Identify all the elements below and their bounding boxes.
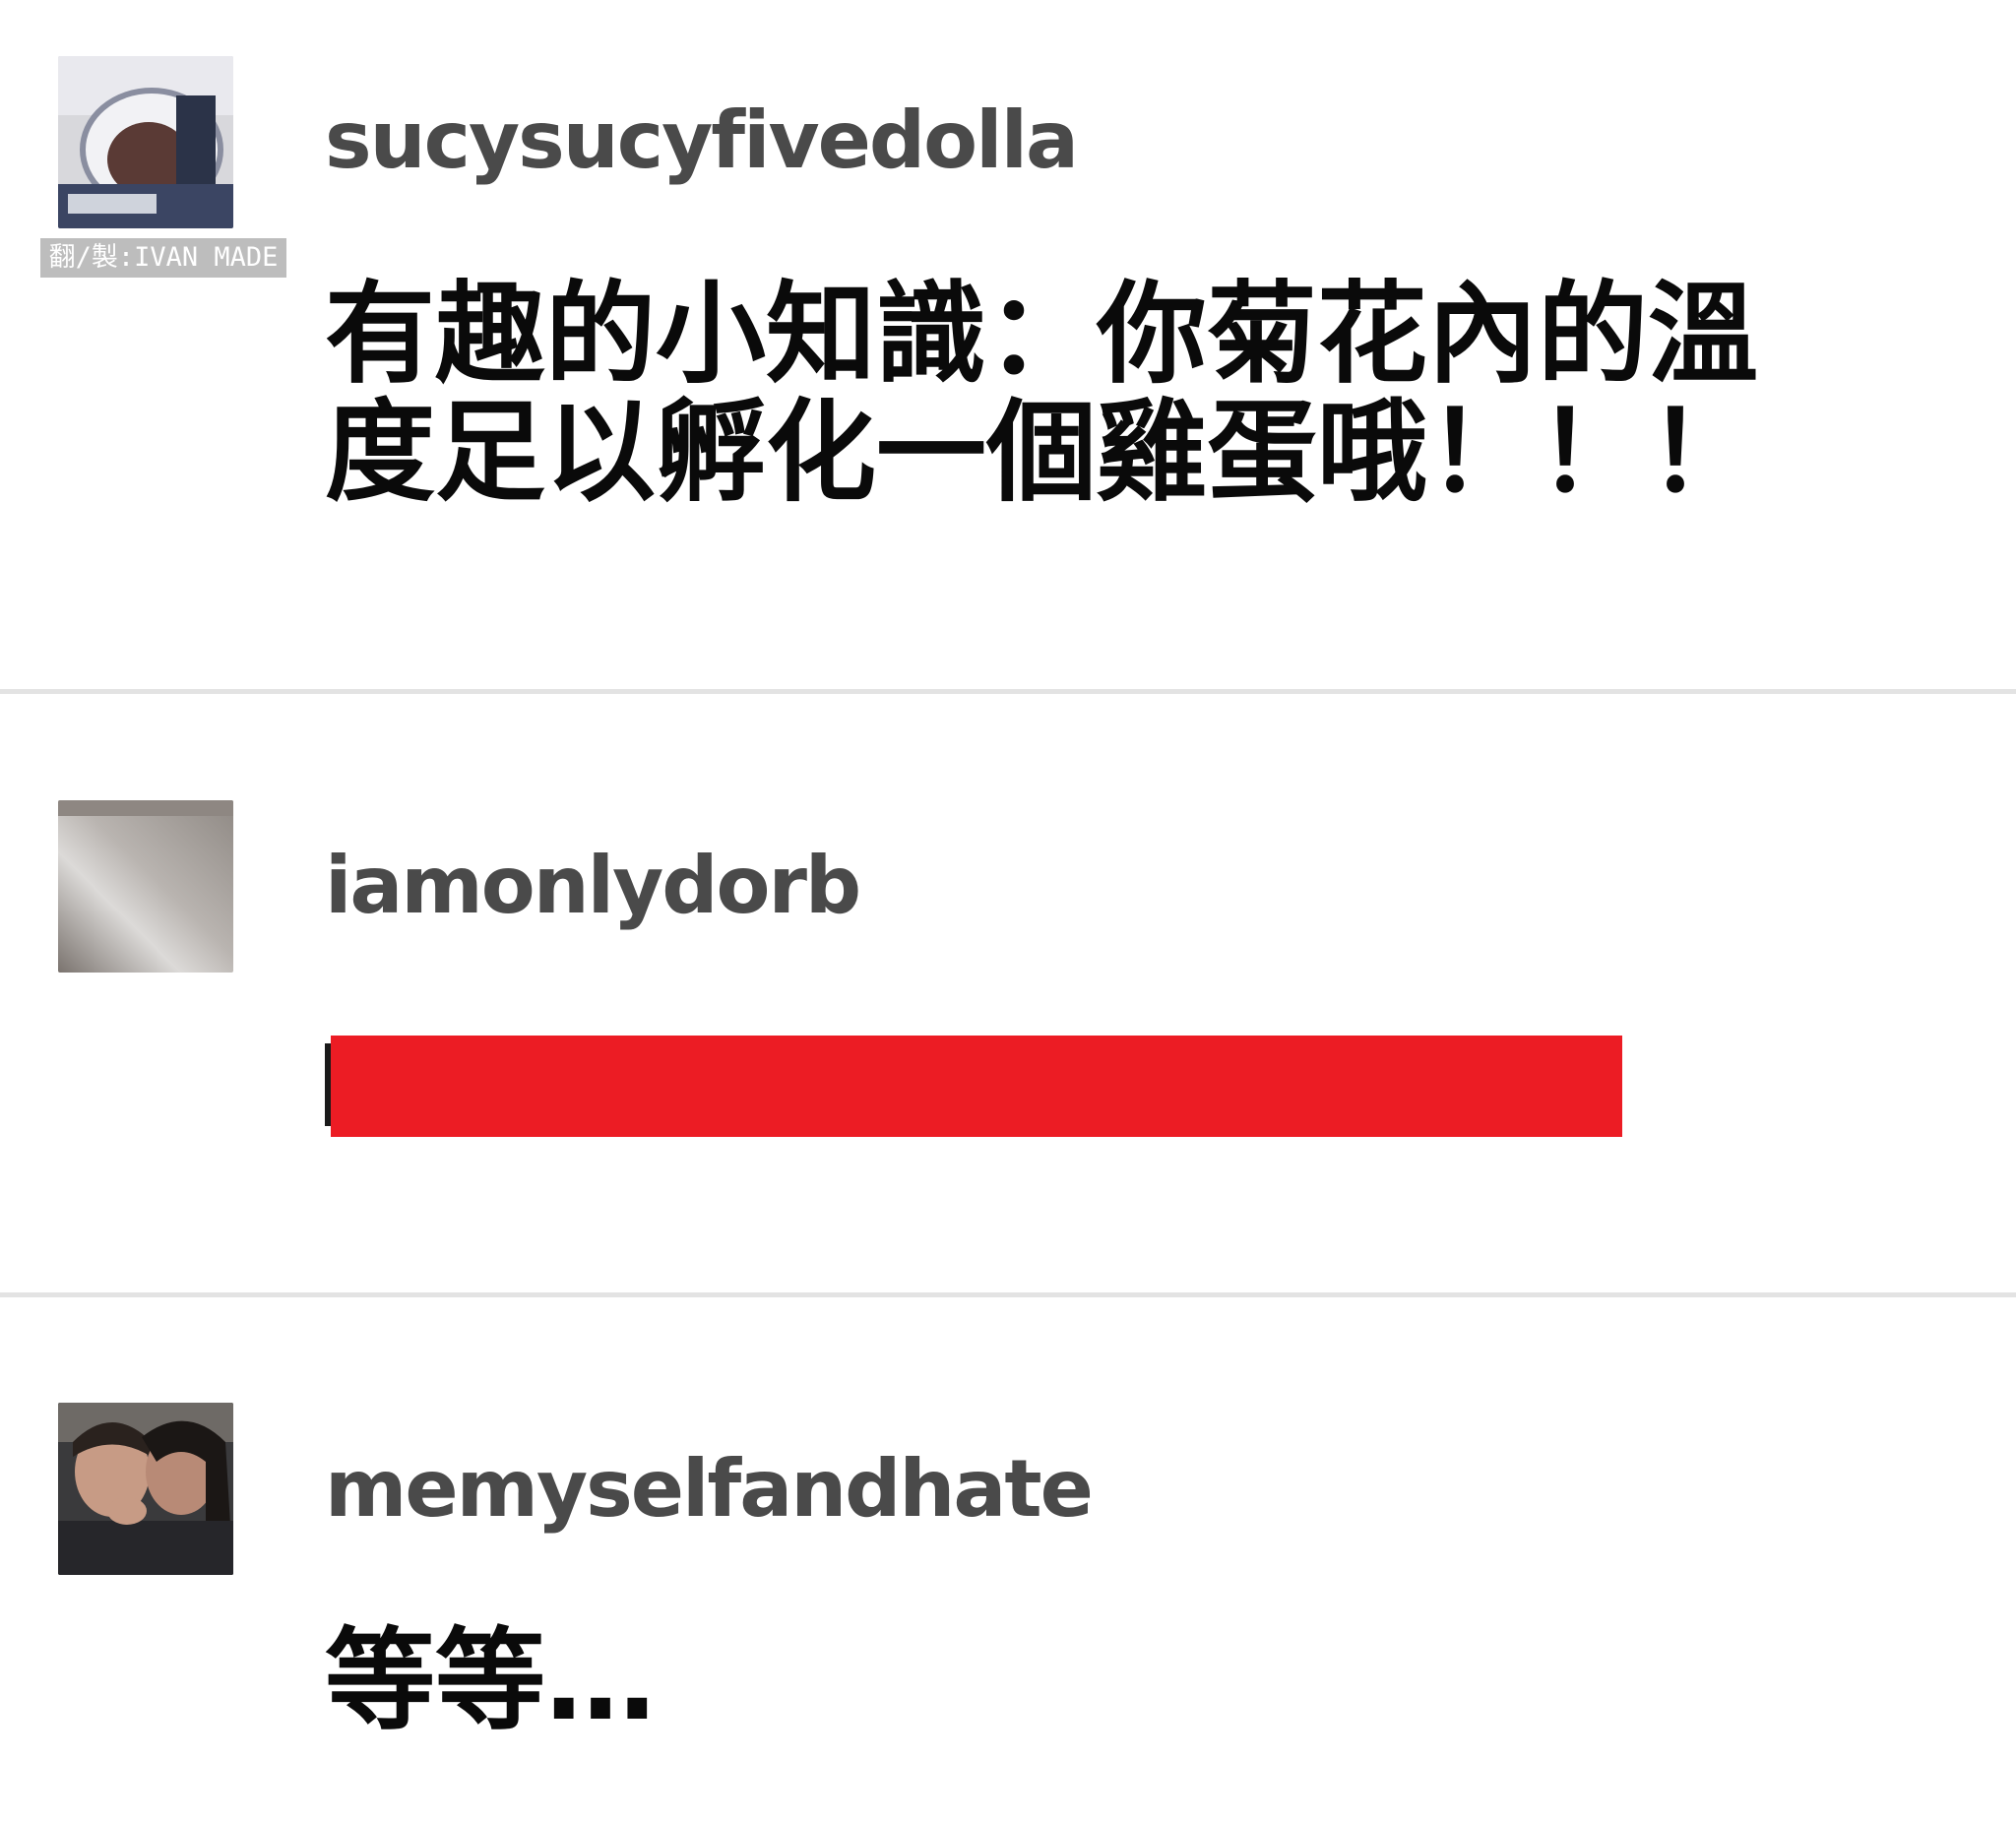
avatar-memyselfandhate[interactable] (58, 1403, 233, 1575)
avatar-image (58, 56, 233, 228)
redaction-bar (331, 1036, 1622, 1137)
post-3: memyselfandhate 等等… (0, 1297, 2016, 1822)
post-2: iamonlydorb (0, 694, 2016, 1292)
post-text: 等等… (325, 1617, 656, 1745)
username[interactable]: sucysucyfivedolla (325, 101, 1079, 180)
watermark-label: 翻/製:IVAN MADE (40, 238, 286, 278)
avatar-image (58, 1403, 233, 1575)
username[interactable]: memyselfandhate (325, 1450, 1094, 1529)
avatar-image (58, 800, 233, 973)
avatar-sucysucyfivedolla[interactable] (58, 56, 233, 228)
post-text: 有趣的小知識：你菊花內的溫度足以孵化一個雞蛋哦！！！ (325, 271, 1758, 517)
username[interactable]: iamonlydorb (325, 847, 861, 925)
avatar-iamonlydorb[interactable] (58, 800, 233, 973)
post-1: 翻/製:IVAN MADE sucysucyfivedolla 有趣的小知識：你… (0, 0, 2016, 689)
